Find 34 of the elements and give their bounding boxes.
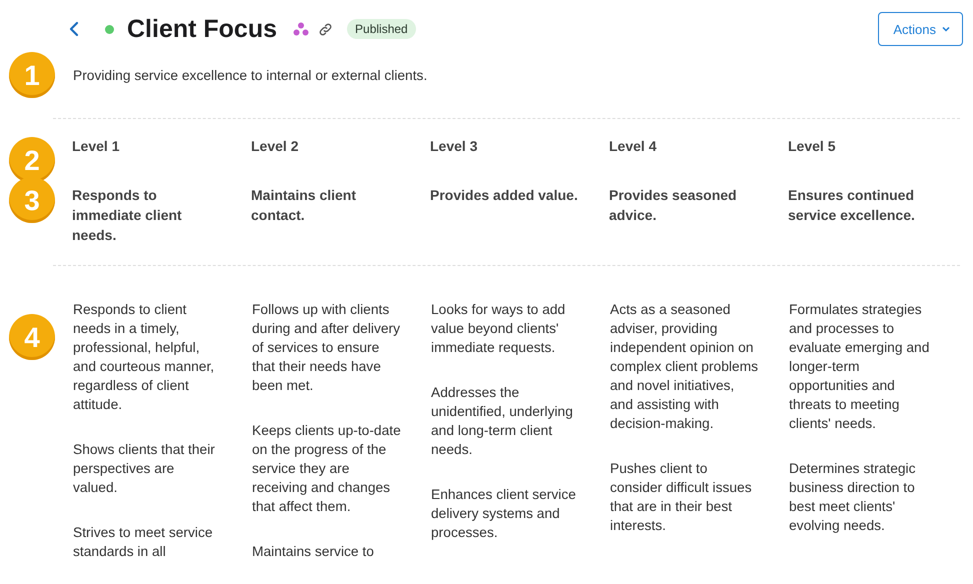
level-title: Ensures continued service excellence. (787, 186, 916, 225)
actions-button[interactable]: Actions (878, 12, 963, 46)
behavior-text: Looks for ways to add value beyond clients' immediate requests. (431, 301, 566, 357)
behavior-text: Enhances client service delivery systems and processes. (431, 486, 577, 542)
dots-icon (293, 22, 310, 36)
level-title: Responds to immediate client needs. (71, 186, 183, 245)
behavior-text: Keeps clients up-to-date on the progress of the service they are receiving and changes that affect them. (252, 422, 401, 516)
behavior-text: Pushes client to consider difficult issues that are in their best interests. (610, 460, 753, 535)
behavior-text: Determines strategic business direction to best meet clients' evolving needs. (789, 460, 917, 535)
level-label: Level 4 (608, 137, 658, 156)
description-text: Providing service excellence to internal or external clients. (72, 66, 428, 84)
caret-icon (942, 26, 950, 32)
level-title: Maintains client contact. (250, 186, 358, 225)
behavior-text: Formulates strategies and processes to evaluate emerging and longer-term opportunities and threats to meeting clients' needs. (789, 301, 930, 433)
page-title: Client Focus (127, 14, 278, 44)
behavior-text: Follows up with clients during and after delivery of services to ensure that their needs have been met. (252, 301, 401, 395)
behavior-text: Shows clients that their perspectives are valued. (73, 441, 216, 497)
step-number-badge: 3 (9, 177, 55, 223)
level-label: Level 1 (71, 137, 120, 156)
status-dot-icon (105, 24, 114, 34)
behavior-text: Addresses the unidentified, underlying and long-term client needs. (431, 384, 574, 459)
level-title: Provides seasoned advice. (608, 186, 738, 225)
level-label: Level 5 (787, 137, 836, 156)
behavior-text: Responds to client needs in a timely, professional, helpful, and courteous manner, regardless of client attitude. (73, 301, 216, 414)
behavior-text: Maintains service to (252, 543, 375, 561)
link-icon[interactable] (318, 22, 334, 36)
step-number-badge: 4 (9, 314, 55, 360)
behavior-text: Strives to meet service standards in all (73, 524, 214, 561)
step-number-badge: 1 (9, 52, 55, 98)
level-label: Level 2 (250, 137, 300, 156)
status-badge: Published (347, 19, 416, 39)
level-title: Provides added value. (429, 186, 579, 205)
behavior-text: Acts as a seasoned adviser, providing independent opinion on complex client problems and novel initiatives, and assisting with decision-making. (610, 301, 759, 433)
level-label: Level 3 (429, 137, 478, 156)
